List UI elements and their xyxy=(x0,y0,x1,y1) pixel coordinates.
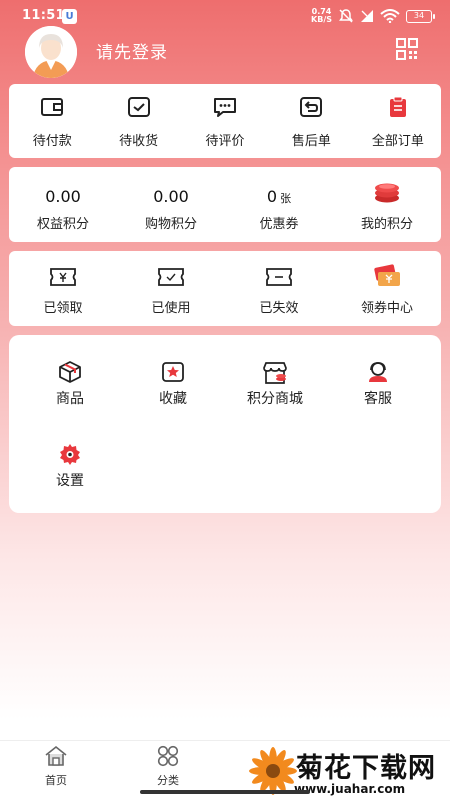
gesture-home-bar[interactable] xyxy=(140,790,310,794)
shopping-points-label: 购物积分 xyxy=(144,217,197,232)
service-favorites-label: 收藏 xyxy=(159,391,187,407)
coupon-count-unit: 张 xyxy=(280,192,292,205)
coupon-used-icon xyxy=(158,268,184,286)
service-customer-support[interactable]: 客服 xyxy=(324,361,432,409)
battery-icon: 34 xyxy=(406,9,435,23)
coupon-count[interactable]: 0张 优惠券 xyxy=(225,167,333,242)
status-indicators: 0.74 KB/S 34 xyxy=(311,7,435,25)
equity-points-value: 0.00 xyxy=(45,187,81,206)
service-products[interactable]: 商品 xyxy=(16,361,124,409)
network-speed: 0.74 KB/S xyxy=(311,7,332,24)
coupon-expired-icon xyxy=(266,268,292,286)
order-pending-payment-label: 待付款 xyxy=(32,134,72,149)
watermark-url: www.juahar.com xyxy=(294,782,406,796)
order-after-sale[interactable]: 售后单 xyxy=(268,84,354,158)
shopping-points-value: 0.00 xyxy=(153,187,189,206)
signal-icon xyxy=(361,10,373,22)
service-customer-support-label: 客服 xyxy=(364,391,392,407)
coupon-yen-icon xyxy=(50,268,76,286)
equity-points[interactable]: 0.00 权益积分 xyxy=(9,167,117,242)
category-icon xyxy=(157,745,179,767)
home-icon xyxy=(45,745,67,766)
points-card: 0.00 权益积分 0.00 购物积分 0张 优惠券 我的积分 xyxy=(9,167,441,242)
avatar[interactable] xyxy=(25,26,77,78)
coupon-count-value: 0张 xyxy=(266,187,292,206)
service-points-mall[interactable]: 积分商城 xyxy=(221,361,329,409)
service-settings[interactable]: 设置 xyxy=(16,443,124,491)
box-check-icon xyxy=(127,97,150,117)
coupons-card: 已领取 已使用 已失效 领券中心 xyxy=(9,251,441,326)
headset-icon xyxy=(369,362,387,382)
order-pending-receipt[interactable]: 待收货 xyxy=(95,84,181,158)
watermark-title: 菊花下载网 xyxy=(296,753,436,784)
coupon-center-label: 领券中心 xyxy=(360,301,413,316)
coin-stack-icon xyxy=(375,183,399,203)
login-prompt[interactable]: 请先登录 xyxy=(96,38,168,63)
tab-home-label: 首页 xyxy=(45,774,67,787)
orders-card: 待付款 待收货 待评价 售后单 全部订单 xyxy=(9,84,441,158)
wifi-icon xyxy=(380,9,400,23)
service-settings-label: 设置 xyxy=(56,473,84,489)
order-pending-receipt-label: 待收货 xyxy=(119,134,159,149)
coupon-received[interactable]: 已领取 xyxy=(9,251,117,326)
store-icon xyxy=(263,362,287,384)
my-points-label: 我的积分 xyxy=(360,217,413,232)
coupon-count-label: 优惠券 xyxy=(259,217,299,232)
service-points-mall-label: 积分商城 xyxy=(247,391,303,407)
package-icon xyxy=(59,361,81,383)
service-products-label: 商品 xyxy=(56,391,84,407)
gear-icon xyxy=(60,444,80,465)
coupon-expired[interactable]: 已失效 xyxy=(225,251,333,326)
order-after-sale-label: 售后单 xyxy=(291,134,331,149)
clipboard-icon xyxy=(389,96,406,117)
wallet-icon xyxy=(41,98,64,116)
profile-header: 请先登录 xyxy=(0,26,450,78)
coupon-center[interactable]: 领券中心 xyxy=(333,251,441,326)
coupon-expired-label: 已失效 xyxy=(259,301,299,316)
shopping-points[interactable]: 0.00 购物积分 xyxy=(117,167,225,242)
order-pending-payment[interactable]: 待付款 xyxy=(9,84,95,158)
status-time: 11:51 xyxy=(22,8,65,23)
my-points[interactable]: 我的积分 xyxy=(333,167,441,242)
flower-logo-icon xyxy=(249,747,297,795)
star-box-icon xyxy=(162,362,184,382)
notification-app-icon: U xyxy=(62,9,77,24)
qr-scan-icon[interactable] xyxy=(396,38,418,60)
equity-points-label: 权益积分 xyxy=(36,217,89,232)
mute-icon xyxy=(339,9,353,23)
coupon-center-icon xyxy=(374,264,400,286)
order-all-label: 全部订单 xyxy=(371,134,424,149)
coupon-used-label: 已使用 xyxy=(151,301,191,316)
tab-category-label: 分类 xyxy=(157,774,179,787)
order-all[interactable]: 全部订单 xyxy=(355,84,441,158)
order-pending-review-label: 待评价 xyxy=(205,134,245,149)
coupon-used[interactable]: 已使用 xyxy=(117,251,225,326)
order-pending-review[interactable]: 待评价 xyxy=(182,84,268,158)
services-card: 商品 收藏 积分商城 客服 设置 xyxy=(9,335,441,513)
tab-home[interactable]: 首页 xyxy=(0,741,112,800)
coupon-received-label: 已领取 xyxy=(43,301,83,316)
chat-bubble-icon xyxy=(214,98,237,117)
service-favorites[interactable]: 收藏 xyxy=(119,361,227,409)
return-icon xyxy=(300,97,323,117)
